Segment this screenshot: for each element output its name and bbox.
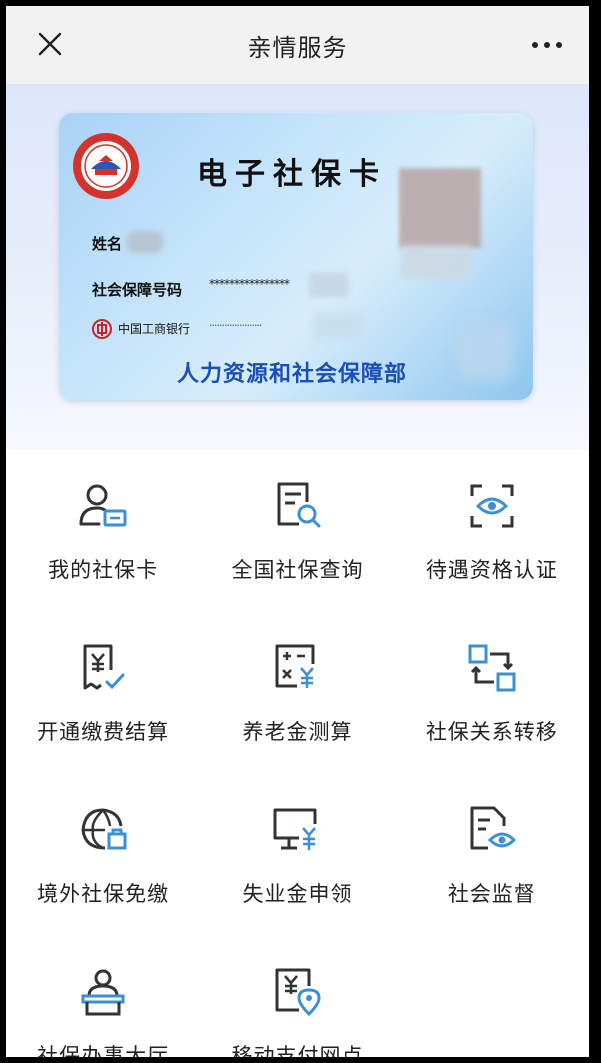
service-label: 境外社保免缴: [37, 882, 170, 906]
service-hall[interactable]: 社保办事大厅: [6, 936, 200, 1057]
service-my-card[interactable]: 我的社保卡: [6, 450, 200, 612]
bank-account-masked: ·····················: [209, 319, 262, 332]
bill-check-icon: [83, 644, 125, 690]
photo-placeholder: [399, 168, 481, 248]
card-title: 电子社保卡: [197, 157, 387, 192]
name-redacted: [127, 231, 163, 253]
service-label: 移动支付网点: [231, 1044, 364, 1057]
doc-eye-icon: [470, 806, 516, 850]
service-label: 社会监督: [447, 882, 536, 906]
service-label: 社保关系转移: [425, 720, 558, 744]
service-label: 开通缴费结算: [37, 720, 170, 744]
number-label: 社会保障号码: [92, 281, 183, 299]
number-masked: ****************: [209, 277, 290, 291]
social-security-card[interactable]: 电子社保卡 姓名 社会保障号码 **************** 中国工商银行 …: [59, 113, 533, 400]
service-qualification-auth[interactable]: 待遇资格认证: [395, 450, 589, 612]
payment-location-icon: [275, 968, 321, 1017]
service-label: 社保办事大厅: [37, 1044, 170, 1057]
service-label: 养老金测算: [242, 720, 353, 744]
service-national-query[interactable]: 全国社保查询: [200, 450, 394, 612]
user-card-icon: [79, 484, 127, 527]
number-redacted: [309, 273, 349, 297]
name-label: 姓名: [92, 235, 123, 253]
icbc-logo-icon: [92, 319, 112, 339]
service-label: 我的社保卡: [48, 558, 159, 582]
app-frame: 亲情服务 电子社保卡 姓名 社会保障号码 **************** 中国…: [6, 6, 589, 1057]
eye-scan-icon: [470, 484, 514, 528]
more-icon[interactable]: [529, 30, 565, 58]
service-label: 失业金申领: [242, 882, 353, 906]
issuer-name: 人力资源和社会保障部: [177, 362, 408, 387]
bank-redacted: [314, 313, 364, 339]
service-payment-settlement[interactable]: 开通缴费结算: [6, 612, 200, 774]
service-social-supervision[interactable]: 社会监督: [395, 774, 589, 936]
service-overseas-exempt[interactable]: 境外社保免缴: [6, 774, 200, 936]
service-label: 全国社保查询: [231, 558, 364, 582]
service-hall-icon: [81, 969, 125, 1016]
doc-search-icon: [277, 482, 321, 528]
service-pension-calc[interactable]: 养老金测算: [200, 612, 394, 774]
page-title: 亲情服务: [247, 33, 348, 62]
title-bar: 亲情服务: [6, 6, 589, 84]
service-grid: 我的社保卡 全国社保查询 待遇资格认证 开通缴费结算 养老金测算 社保关系转移 …: [6, 450, 589, 1057]
social-security-emblem-icon: [73, 133, 139, 199]
service-label: 待遇资格认证: [425, 558, 558, 582]
card-banner: 电子社保卡 姓名 社会保障号码 **************** 中国工商银行 …: [6, 84, 589, 450]
transfer-icon: [468, 644, 516, 692]
calculator-icon: [275, 644, 315, 688]
decor-blur: [457, 323, 513, 379]
monitor-yuan-icon: [273, 808, 317, 850]
bank-name: 中国工商银行: [118, 322, 191, 336]
service-mobile-payment-outlet[interactable]: 移动支付网点: [200, 936, 394, 1057]
service-relation-transfer[interactable]: 社保关系转移: [395, 612, 589, 774]
close-icon[interactable]: [36, 30, 64, 58]
service-unemployment-claim[interactable]: 失业金申领: [200, 774, 394, 936]
photo-blur: [401, 245, 471, 279]
globe-icon: [81, 808, 127, 850]
